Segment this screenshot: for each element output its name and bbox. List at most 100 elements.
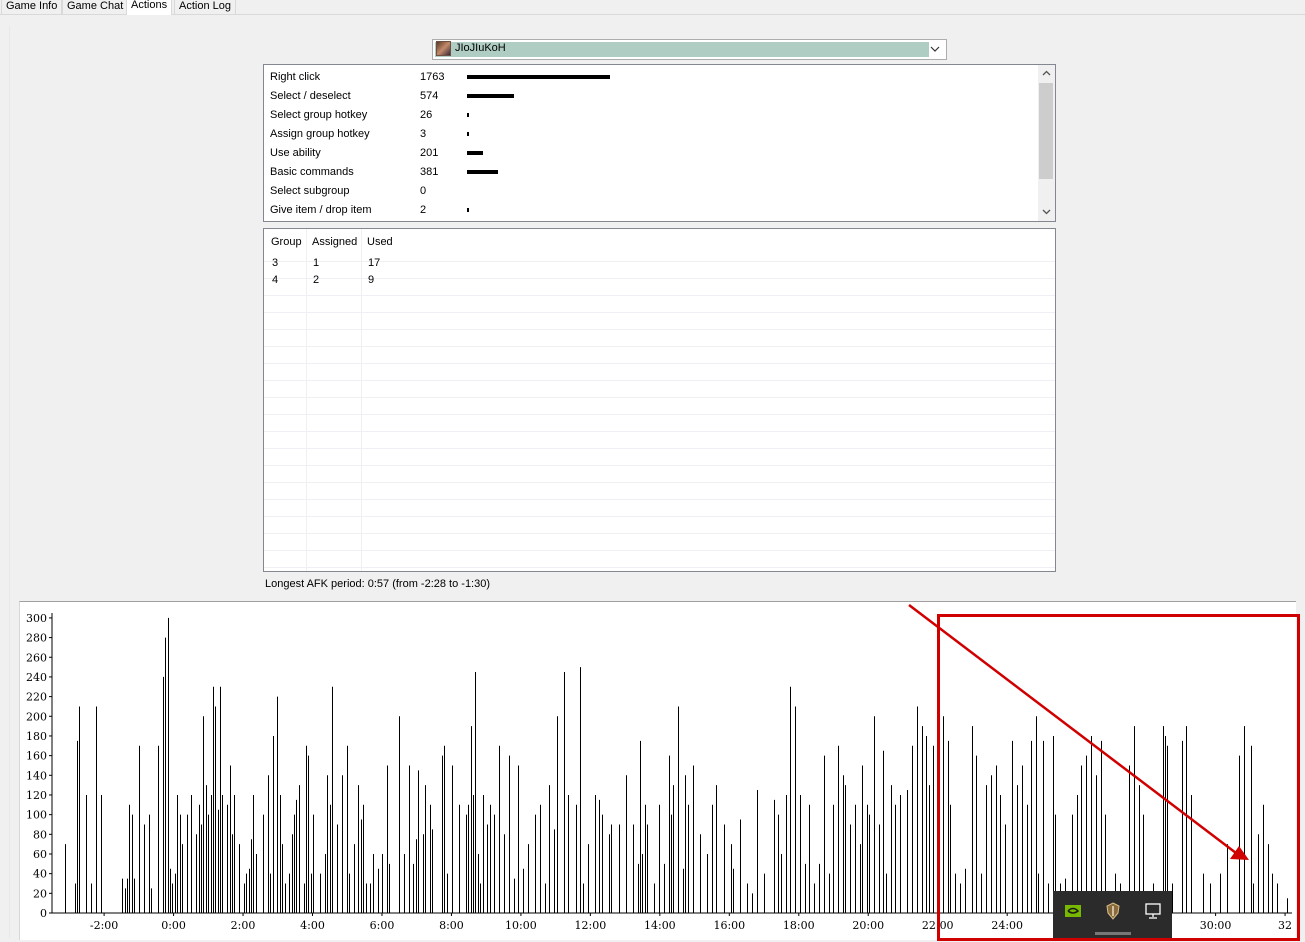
- grid-line: [264, 346, 1055, 347]
- action-count: 201: [420, 147, 439, 159]
- hotkey-group-table: Group Assigned Used 3 1 17 4 2 9: [263, 228, 1056, 572]
- grid-line: [264, 448, 1055, 449]
- y-tick-label: 260: [26, 651, 47, 664]
- action-stats-list: Right click 1763 Select / deselect 574 Selec…: [263, 64, 1056, 222]
- x-tick-label: 16:00: [713, 919, 745, 932]
- column-header-group[interactable]: Group: [271, 236, 302, 248]
- x-tick-label: 18:00: [783, 919, 815, 932]
- action-bar: [467, 94, 514, 98]
- system-tray-popup: [1053, 891, 1172, 939]
- grid-line: [264, 278, 1055, 279]
- action-label: Right click: [270, 71, 321, 83]
- y-tick-label: 0: [40, 907, 47, 920]
- table-cell: 17: [368, 257, 381, 269]
- nvidia-icon[interactable]: [1063, 901, 1083, 921]
- x-tick-label: -2:00: [90, 919, 118, 932]
- apm-chart-svg: 0 20 40 60 80 100 120 140 160 180 200 220 240 260 280 3…: [26, 612, 1292, 932]
- action-count: 26: [420, 109, 433, 121]
- x-tick-label: 2:00: [231, 919, 256, 932]
- scrollbar-thumb[interactable]: [1039, 83, 1053, 179]
- grid-line: [264, 363, 1055, 364]
- selection-highlight: [435, 42, 929, 57]
- player-name: JIoJIuKoH: [455, 42, 506, 54]
- y-tick-label: 140: [26, 769, 47, 782]
- action-stat-row[interactable]: Select group hotkey 26: [264, 105, 1034, 124]
- shield-icon[interactable]: [1103, 901, 1123, 921]
- action-stat-row[interactable]: Use ability 201: [264, 143, 1034, 162]
- action-label: Basic commands: [270, 166, 354, 178]
- column-header-assigned[interactable]: Assigned: [312, 236, 357, 248]
- network-icon[interactable]: [1143, 901, 1163, 921]
- action-stat-row[interactable]: Give item / drop item 2: [264, 200, 1034, 219]
- player-select[interactable]: JIoJIuKoH: [432, 39, 947, 60]
- action-stat-row[interactable]: Select subgroup 0: [264, 181, 1034, 200]
- x-tick-label: 22:00: [922, 919, 954, 932]
- x-tick-label: 4:00: [300, 919, 325, 932]
- y-tick-label: 120: [26, 789, 47, 802]
- x-tick-label: 30:00: [1200, 919, 1232, 932]
- grid-line: [264, 414, 1055, 415]
- y-tick-label: 80: [33, 828, 47, 841]
- afk-period-text: Longest AFK period: 0:57 (from -2:28 to …: [265, 578, 491, 590]
- action-count: 574: [420, 90, 439, 102]
- action-stat-row[interactable]: Basic commands 381: [264, 162, 1034, 181]
- grid-line: [264, 516, 1055, 517]
- chevron-down-icon[interactable]: [929, 43, 941, 55]
- action-bar: [467, 151, 483, 155]
- action-label: Use ability: [270, 147, 321, 159]
- y-tick-label: 180: [26, 730, 47, 743]
- grid-line: [264, 533, 1055, 534]
- grid-line: [264, 482, 1055, 483]
- tab-strip: Game Info Game Chat Actions Action Log: [0, 0, 1305, 15]
- action-label: Give item / drop item: [270, 204, 372, 216]
- y-tick-label: 220: [26, 691, 47, 704]
- chevron-down-icon[interactable]: [1041, 206, 1052, 217]
- grid-line: [264, 261, 1055, 262]
- action-label: Select group hotkey: [270, 109, 368, 121]
- action-bar: [467, 208, 469, 212]
- x-tick-label: 32: [1278, 919, 1292, 932]
- grid-line: [264, 397, 1055, 398]
- x-tick-label: 12:00: [575, 919, 607, 932]
- grid-line: [264, 550, 1055, 551]
- action-count: 0: [420, 185, 427, 197]
- action-count: 1763: [420, 71, 445, 83]
- x-tick-label: 24:00: [991, 919, 1023, 932]
- tab-game-chat[interactable]: Game Chat: [62, 0, 129, 14]
- chevron-up-icon[interactable]: [1041, 68, 1052, 79]
- action-stat-row[interactable]: Select / deselect 574: [264, 86, 1034, 105]
- grid-line: [264, 329, 1055, 330]
- action-label: Select subgroup: [270, 185, 350, 197]
- action-label: Select / deselect: [270, 90, 351, 102]
- x-tick-label: 10:00: [505, 919, 537, 932]
- tab-game-info[interactable]: Game Info: [1, 0, 63, 14]
- y-tick-label: 60: [33, 848, 47, 861]
- action-bar: [467, 113, 469, 117]
- x-tick-label: 0:00: [161, 919, 186, 932]
- x-tick-label: 6:00: [370, 919, 395, 932]
- action-bar: [467, 132, 469, 136]
- tray-scroll-indicator: [1095, 932, 1131, 935]
- table-cell: 3: [272, 257, 279, 269]
- action-bar: [467, 75, 610, 79]
- x-tick-label: 20:00: [852, 919, 884, 932]
- y-tick-label: 160: [26, 750, 47, 763]
- y-tick-label: 240: [26, 671, 47, 684]
- y-tick-label: 200: [26, 710, 47, 723]
- tab-actions[interactable]: Actions: [126, 0, 173, 15]
- table-cell: 4: [272, 274, 279, 286]
- vertical-scrollbar[interactable]: [1038, 65, 1055, 221]
- grid-line: [264, 465, 1055, 466]
- grid-line: [264, 431, 1055, 432]
- x-tick-label: 14:00: [644, 919, 676, 932]
- player-avatar-icon: [436, 41, 451, 56]
- column-header-used[interactable]: Used: [367, 236, 393, 248]
- action-stat-row[interactable]: Right click 1763: [264, 67, 1034, 86]
- column-divider: [361, 229, 362, 571]
- y-tick-label: 280: [26, 632, 47, 645]
- action-count: 381: [420, 166, 439, 178]
- x-tick-label: 8:00: [439, 919, 464, 932]
- tab-action-log[interactable]: Action Log: [174, 0, 236, 14]
- table-cell: 2: [313, 274, 320, 286]
- action-stat-row[interactable]: Assign group hotkey 3: [264, 124, 1034, 143]
